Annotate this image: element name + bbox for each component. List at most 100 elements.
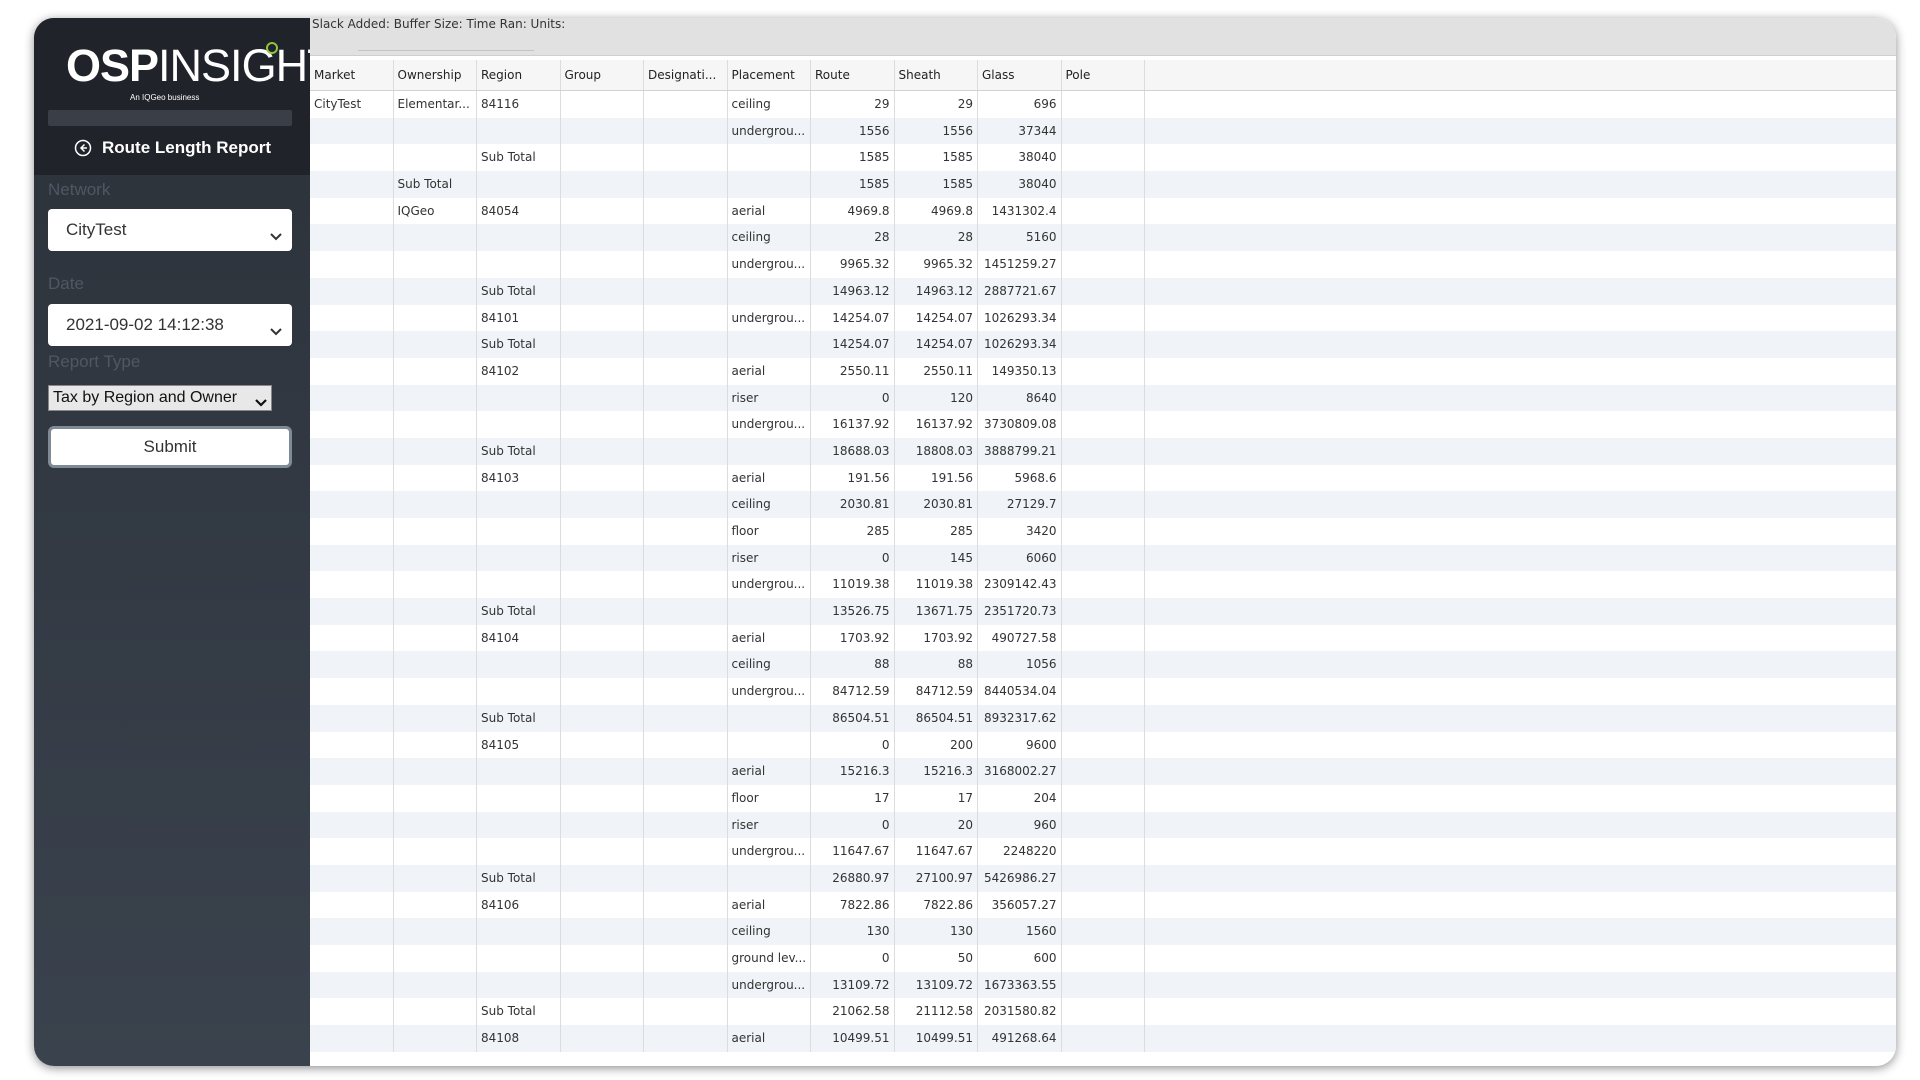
table-row[interactable]: ceiling 28 28 5160 bbox=[310, 224, 1896, 252]
table-cell bbox=[561, 384, 644, 412]
table-cell bbox=[728, 144, 811, 172]
table-cell: 84054 bbox=[477, 197, 561, 225]
table-row[interactable]: Sub Total 1585 1585 38040 bbox=[310, 144, 1896, 172]
table-cell bbox=[561, 998, 644, 1026]
table-row[interactable]: Sub Total 14254.07 14254.07 1026293.34 bbox=[310, 331, 1896, 358]
table-row[interactable]: undergrou... 11019.38 11019.38 2309142.43 bbox=[310, 571, 1896, 599]
table-row[interactable]: riser 0 145 6060 bbox=[310, 544, 1896, 572]
table-row[interactable]: ceiling 88 88 1056 bbox=[310, 651, 1896, 679]
table-row[interactable]: ground lev... 0 50 600 bbox=[310, 945, 1896, 972]
table-cell bbox=[728, 998, 811, 1026]
table-cell bbox=[1062, 224, 1145, 252]
column-header[interactable]: Glass bbox=[978, 60, 1062, 90]
column-header[interactable]: Sheath bbox=[895, 60, 978, 90]
table-row[interactable]: Sub Total 86504.51 86504.51 8932317.62 bbox=[310, 704, 1896, 732]
back-to-reports-link[interactable]: Route Length Report bbox=[74, 136, 271, 160]
table-row[interactable]: Sub Total 14963.12 14963.12 2887721.67 bbox=[310, 277, 1896, 305]
table-row[interactable]: 84102 aerial 2550.11 2550.11 149350.13 bbox=[310, 357, 1896, 385]
table-cell: CityTest bbox=[310, 91, 394, 118]
table-cell bbox=[477, 544, 561, 572]
column-header[interactable]: Pole bbox=[1062, 60, 1145, 90]
table-row[interactable]: Sub Total 1585 1585 38040 bbox=[310, 171, 1896, 198]
table-cell bbox=[1062, 971, 1145, 999]
row-filler bbox=[1145, 518, 1896, 545]
table-cell: 5968.6 bbox=[978, 464, 1062, 492]
table-cell bbox=[644, 384, 728, 412]
table-row[interactable]: undergrou... 13109.72 13109.72 1673363.55 bbox=[310, 971, 1896, 999]
table-row[interactable]: aerial 15216.3 15216.3 3168002.27 bbox=[310, 758, 1896, 785]
table-cell: 1560 bbox=[978, 918, 1062, 945]
table-row[interactable]: undergrou... 11647.67 11647.67 2248220 bbox=[310, 838, 1896, 865]
table-row[interactable]: undergrou... 16137.92 16137.92 3730809.08 bbox=[310, 411, 1896, 438]
table-row[interactable]: Sub Total 18688.03 18808.03 3888799.21 bbox=[310, 437, 1896, 465]
table-cell: 490727.58 bbox=[978, 624, 1062, 652]
report-table: Market Ownership Region Group Designati... Pl… bbox=[310, 60, 1896, 1052]
table-cell: 149350.13 bbox=[978, 357, 1062, 385]
table-row[interactable]: undergrou... 84712.59 84712.59 8440534.04 bbox=[310, 678, 1896, 705]
table-row[interactable]: riser 0 120 8640 bbox=[310, 384, 1896, 412]
table-cell: 15216.3 bbox=[811, 758, 895, 785]
table-cell: 285 bbox=[895, 518, 978, 545]
column-header[interactable]: Market bbox=[310, 60, 394, 90]
table-row[interactable]: IQGeo 84054 aerial 4969.8 4969.8 1431302.4 bbox=[310, 197, 1896, 225]
table-cell bbox=[394, 891, 477, 919]
table-row[interactable]: ceiling 130 130 1560 bbox=[310, 918, 1896, 945]
table-row[interactable]: floor 17 17 204 bbox=[310, 784, 1896, 812]
table-cell: 11647.67 bbox=[811, 838, 895, 865]
table-row[interactable]: floor 285 285 3420 bbox=[310, 518, 1896, 545]
table-row[interactable]: Sub Total 26880.97 27100.97 5426986.27 bbox=[310, 864, 1896, 892]
column-header[interactable]: Group bbox=[561, 60, 644, 90]
table-cell bbox=[477, 678, 561, 705]
table-cell bbox=[310, 598, 394, 625]
table-row[interactable]: 84103 aerial 191.56 191.56 5968.6 bbox=[310, 464, 1896, 492]
table-cell bbox=[561, 864, 644, 892]
table-cell bbox=[394, 277, 477, 305]
row-filler bbox=[1145, 491, 1896, 518]
column-header[interactable]: Ownership bbox=[394, 60, 477, 90]
table-cell bbox=[561, 651, 644, 679]
table-row[interactable]: Sub Total 21062.58 21112.58 2031580.82 bbox=[310, 998, 1896, 1026]
row-filler bbox=[1145, 144, 1896, 171]
table-cell: 38040 bbox=[978, 171, 1062, 198]
table-cell: 11019.38 bbox=[895, 571, 978, 599]
table-row[interactable]: undergrou... 9965.32 9965.32 1451259.27 bbox=[310, 251, 1896, 278]
table-row[interactable]: 84104 aerial 1703.92 1703.92 490727.58 bbox=[310, 624, 1896, 652]
table-cell bbox=[310, 811, 394, 839]
logo-light-text: INSIGHT bbox=[158, 40, 335, 91]
table-cell bbox=[394, 678, 477, 705]
table-row[interactable]: 84108 aerial 10499.51 10499.51 491268.64 bbox=[310, 1025, 1896, 1052]
table-cell: 28 bbox=[895, 224, 978, 252]
table-cell bbox=[644, 117, 728, 145]
column-header[interactable]: Region bbox=[477, 60, 561, 90]
circle-arrow-left-icon[interactable] bbox=[74, 139, 92, 157]
column-header[interactable]: Placement bbox=[728, 60, 811, 90]
table-cell bbox=[1062, 811, 1145, 839]
network-select[interactable]: CityTest bbox=[48, 209, 292, 251]
table-cell bbox=[644, 998, 728, 1026]
network-label: Network bbox=[48, 180, 111, 199]
table-header-row: Market Ownership Region Group Designati... Pl… bbox=[310, 60, 1896, 91]
table-cell bbox=[561, 331, 644, 358]
row-filler bbox=[1145, 224, 1896, 251]
table-cell bbox=[561, 197, 644, 225]
table-row[interactable]: 84105 0 200 9600 bbox=[310, 731, 1896, 759]
submit-button[interactable]: Submit bbox=[48, 426, 292, 468]
table-cell bbox=[394, 651, 477, 679]
table-row[interactable]: 84106 aerial 7822.86 7822.86 356057.27 bbox=[310, 891, 1896, 919]
table-row[interactable]: 84101 undergrou... 14254.07 14254.07 1026293… bbox=[310, 304, 1896, 332]
table-row[interactable]: CityTest Elementar... 84116 ceiling 29 29 696 bbox=[310, 91, 1896, 118]
table-cell bbox=[728, 171, 811, 198]
date-select[interactable]: 2021-09-02 14:12:38 bbox=[48, 304, 292, 346]
table-cell bbox=[561, 704, 644, 732]
column-header[interactable]: Designati... bbox=[644, 60, 728, 90]
table-cell: 86504.51 bbox=[811, 704, 895, 732]
row-filler bbox=[1145, 385, 1896, 412]
table-cell: 6060 bbox=[978, 544, 1062, 572]
column-header[interactable]: Route bbox=[811, 60, 895, 90]
table-row[interactable]: riser 0 20 960 bbox=[310, 811, 1896, 839]
report-type-select[interactable]: Tax by Region and Owner bbox=[48, 385, 272, 411]
table-row[interactable]: undergrou... 1556 1556 37344 bbox=[310, 117, 1896, 145]
table-row[interactable]: ceiling 2030.81 2030.81 27129.7 bbox=[310, 491, 1896, 518]
table-row[interactable]: Sub Total 13526.75 13671.75 2351720.73 bbox=[310, 598, 1896, 625]
table-cell: 3420 bbox=[978, 518, 1062, 545]
